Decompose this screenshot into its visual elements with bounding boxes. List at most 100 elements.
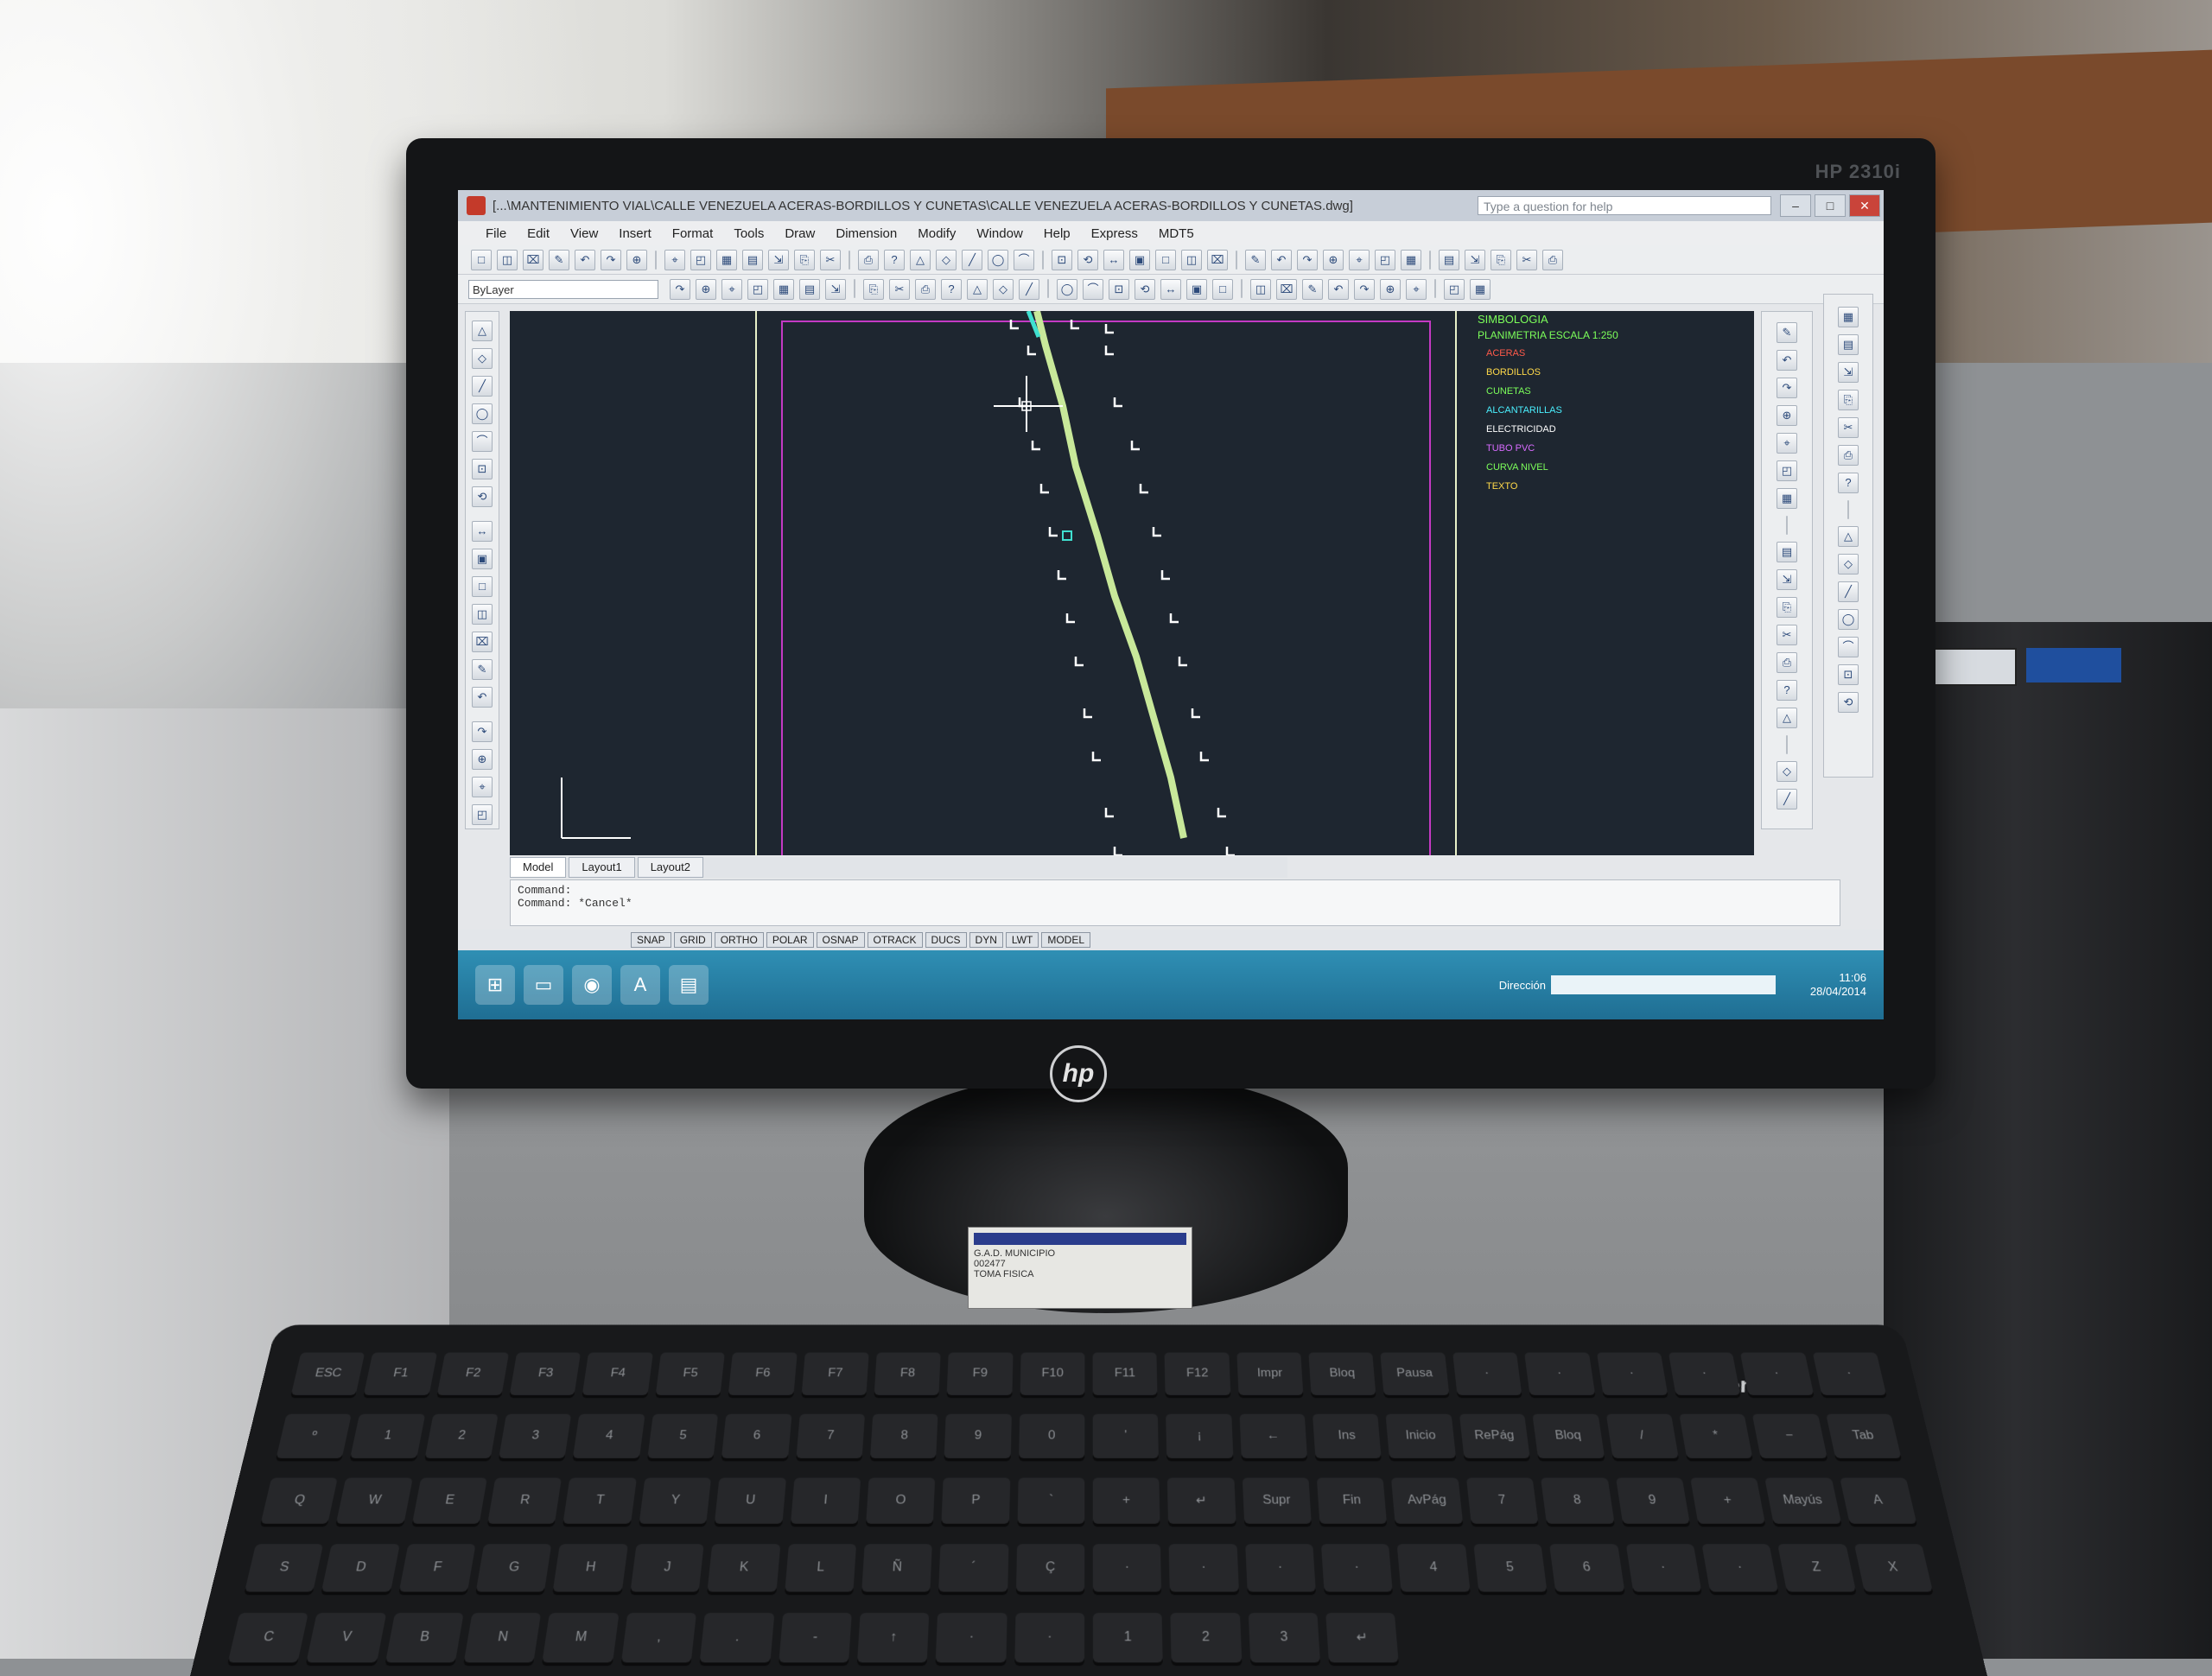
toolbar-tool-icon[interactable]: ↷	[472, 721, 493, 742]
status-toggle-button[interactable]: POLAR	[766, 932, 814, 948]
keyboard-key[interactable]: B	[385, 1613, 464, 1662]
toolbar-tool-icon[interactable]: ?	[941, 279, 962, 300]
keyboard-key[interactable]: Mayús	[1764, 1478, 1840, 1524]
autocad-icon[interactable]	[467, 196, 486, 215]
toolbar-tool-icon[interactable]: ⎘	[1777, 597, 1797, 618]
toolbar-tool-icon[interactable]: □	[471, 250, 492, 270]
keyboard-key[interactable]: I	[791, 1478, 861, 1524]
menu-item[interactable]: Express	[1081, 226, 1148, 241]
toolbar-tool-icon[interactable]: ⌖	[721, 279, 742, 300]
toolbar-tool-icon[interactable]: ↔	[1103, 250, 1124, 270]
keyboard-key[interactable]: 7	[1466, 1478, 1539, 1524]
status-toggle-button[interactable]: SNAP	[631, 932, 671, 948]
keyboard-key[interactable]: 0	[1019, 1414, 1085, 1458]
keyboard-key[interactable]: F12	[1165, 1353, 1230, 1395]
keyboard-key[interactable]: 3	[1248, 1613, 1320, 1662]
keyboard-key[interactable]: +	[1690, 1478, 1765, 1524]
status-toggle-button[interactable]: GRID	[674, 932, 712, 948]
toolbar-tool-icon[interactable]: ╱	[962, 250, 982, 270]
address-input[interactable]	[1551, 975, 1776, 994]
status-toggle-button[interactable]: OSNAP	[817, 932, 865, 948]
toolbar-tool-icon[interactable]: ✎	[1302, 279, 1323, 300]
keyboard-key[interactable]: 2	[1171, 1613, 1242, 1662]
explorer-icon[interactable]: ▭	[524, 965, 563, 1005]
keyboard-key[interactable]: ·	[1701, 1544, 1778, 1591]
keyboard-key[interactable]: RePág	[1459, 1414, 1530, 1458]
menu-item[interactable]: View	[560, 226, 608, 241]
toolbar-tool-icon[interactable]: ▦	[773, 279, 794, 300]
keyboard-key[interactable]: *	[1679, 1414, 1752, 1458]
toolbar-tool-icon[interactable]: ◰	[472, 804, 493, 825]
keyboard-key[interactable]: ·	[1321, 1544, 1393, 1591]
toolbar-tool-icon[interactable]: ✂	[820, 250, 841, 270]
drawing-canvas[interactable]: SIMBOLOGIA PLANIMETRIA ESCALA 1:250 ACERAS…	[510, 311, 1754, 855]
toolbar-tool-icon[interactable]: ⌧	[1276, 279, 1297, 300]
toolbar-tool-icon[interactable]: ⎘	[863, 279, 884, 300]
keyboard-key[interactable]: F11	[1093, 1353, 1158, 1395]
keyboard-key[interactable]: E	[412, 1478, 487, 1524]
toolbar-tool-icon[interactable]: ↷	[1777, 378, 1797, 398]
keyboard-key[interactable]: Z	[1777, 1544, 1855, 1591]
toolbar-tool-icon[interactable]: ▤	[1838, 334, 1859, 355]
keyboard-key[interactable]: Q	[261, 1478, 339, 1524]
toolbar-tool-icon[interactable]: ◰	[690, 250, 711, 270]
toolbar-tool-icon[interactable]: ◰	[1777, 460, 1797, 481]
toolbar-tool-icon[interactable]: ▦	[1777, 488, 1797, 509]
keyboard-key[interactable]: F6	[728, 1353, 797, 1395]
keyboard-key[interactable]: P	[942, 1478, 1010, 1524]
menu-item[interactable]: Tools	[723, 226, 774, 241]
toolbar-tool-icon[interactable]: △	[1777, 708, 1797, 728]
toolbar-tool-icon[interactable]: ▦	[1401, 250, 1421, 270]
toolbar-tool-icon[interactable]: ◰	[1444, 279, 1465, 300]
keyboard-key[interactable]: ↵	[1325, 1613, 1399, 1662]
keyboard-key[interactable]: 4	[1397, 1544, 1470, 1591]
keyboard-key[interactable]: ·	[1093, 1544, 1162, 1591]
menu-item[interactable]: Dimension	[825, 226, 907, 241]
keyboard-key[interactable]: 5	[647, 1414, 718, 1458]
keyboard-key[interactable]: ·	[1625, 1544, 1701, 1591]
toolbar-tool-icon[interactable]: ⎘	[794, 250, 815, 270]
keyboard-key[interactable]: ·	[1169, 1544, 1239, 1591]
keyboard-key[interactable]: Fin	[1317, 1478, 1387, 1524]
toolbar-tool-icon[interactable]: △	[910, 250, 931, 270]
toolbar-tool-icon[interactable]: ◯	[1057, 279, 1077, 300]
status-toggle-button[interactable]: OTRACK	[868, 932, 923, 948]
keyboard-key[interactable]: W	[336, 1478, 412, 1524]
toolbar-tool-icon[interactable]: ◯	[472, 403, 493, 424]
toolbar-tool-icon[interactable]: ╱	[1777, 789, 1797, 809]
toolbar-tool-icon[interactable]: ↔	[472, 521, 493, 542]
keyboard-key[interactable]: ←	[1239, 1414, 1307, 1458]
toolbar-tool-icon[interactable]: ⟲	[472, 486, 493, 507]
browser-icon[interactable]: ◉	[572, 965, 612, 1005]
keyboard-key[interactable]: M	[543, 1613, 620, 1662]
keyboard-key[interactable]: Ç	[1016, 1544, 1085, 1591]
keyboard-key[interactable]: ·	[1812, 1353, 1886, 1395]
toolbar-tool-icon[interactable]: ⎘	[1838, 390, 1859, 410]
toolbar-tool-icon[interactable]: ✎	[1245, 250, 1266, 270]
toolbar-tool-icon[interactable]: □	[1212, 279, 1233, 300]
toolbar-tool-icon[interactable]: ⟲	[1077, 250, 1098, 270]
toolbar-tool-icon[interactable]: ✎	[1777, 322, 1797, 343]
menu-item[interactable]: Window	[966, 226, 1033, 241]
toolbar-tool-icon[interactable]: ◰	[1375, 250, 1395, 270]
keyboard-key[interactable]: Supr	[1243, 1478, 1312, 1524]
toolbar-tool-icon[interactable]: ◯	[1838, 609, 1859, 630]
toolbar-tool-icon[interactable]: △	[472, 321, 493, 341]
keyboard-key[interactable]: C	[228, 1613, 309, 1662]
toolbar-tool-icon[interactable]: ⊕	[1777, 405, 1797, 426]
menu-item[interactable]: File	[475, 226, 517, 241]
keyboard-key[interactable]: S	[245, 1544, 323, 1591]
toolbar-tool-icon[interactable]: ⊡	[472, 459, 493, 479]
toolbar-tool-icon[interactable]: ◫	[1250, 279, 1271, 300]
keyboard-key[interactable]: 6	[721, 1414, 791, 1458]
toolbar-tool-icon[interactable]: ◯	[988, 250, 1008, 270]
keyboard-key[interactable]: −	[1752, 1414, 1827, 1458]
toolbar-tool-icon[interactable]: ?	[884, 250, 905, 270]
toolbar-tool-icon[interactable]: ⇲	[1777, 569, 1797, 590]
toolbar-tool-icon[interactable]: ◇	[1777, 761, 1797, 782]
keyboard-key[interactable]: ↑	[857, 1613, 930, 1662]
keyboard-key[interactable]: ESC	[291, 1353, 365, 1395]
toolbar-tool-icon[interactable]: ⌖	[1349, 250, 1370, 270]
keyboard-key[interactable]: ·	[1245, 1544, 1316, 1591]
toolbar-tool-icon[interactable]: ↶	[472, 687, 493, 708]
